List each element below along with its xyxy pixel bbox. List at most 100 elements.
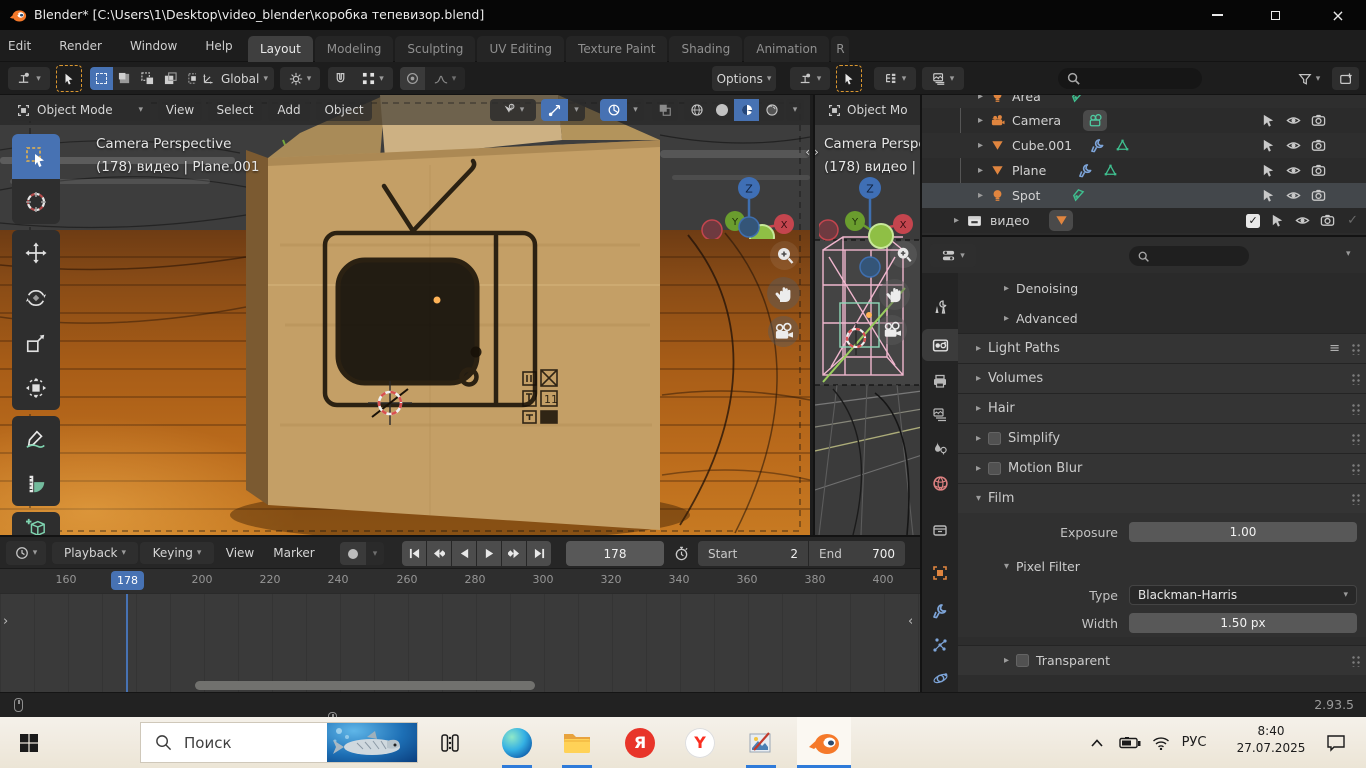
- pan-button[interactable]: [767, 277, 800, 310]
- panel-advanced[interactable]: ▸Advanced: [958, 303, 1366, 333]
- tool-measure[interactable]: [12, 461, 60, 506]
- timeline-scrollbar[interactable]: [195, 681, 535, 690]
- camera-view-button[interactable]: [768, 316, 799, 347]
- expand-icon[interactable]: ▸: [978, 115, 990, 126]
- tray-clock[interactable]: 8:40 27.07.2025: [1228, 724, 1314, 755]
- object-name[interactable]: Camera: [1012, 113, 1061, 128]
- expand-icon[interactable]: ▸: [978, 165, 990, 176]
- active-tool-button-2[interactable]: [836, 65, 862, 92]
- expand-icon[interactable]: ▸: [954, 215, 966, 226]
- tab-render[interactable]: [922, 329, 958, 361]
- shading-material[interactable]: [734, 99, 759, 121]
- search-daily-image[interactable]: [327, 723, 417, 762]
- viewport-3d-secondary[interactable]: Object Mo Camera Perspe (178) видео | P …: [813, 95, 920, 535]
- holdout-check-icon[interactable]: ✓: [1347, 213, 1358, 228]
- minimize-button[interactable]: [1194, 0, 1240, 30]
- taskbar-app-yandex-search[interactable]: Я: [620, 717, 660, 768]
- selectable-icon[interactable]: [1261, 163, 1276, 178]
- zoom-button-2[interactable]: [890, 241, 917, 268]
- tab-modifiers[interactable]: [922, 597, 958, 625]
- next-keyframe-button[interactable]: [502, 541, 526, 566]
- tab-modeling[interactable]: Modeling: [315, 36, 394, 62]
- shading-wireframe[interactable]: [684, 99, 709, 121]
- tab-view-layer[interactable]: [922, 401, 958, 429]
- panel-pixel-filter[interactable]: ▾Pixel Filter: [958, 551, 1366, 581]
- visibility-dropdown[interactable]: 0 ▾: [490, 99, 536, 121]
- viewport-3d[interactable]: 11 Object Mode ▾ View Select Add Object …: [0, 95, 810, 535]
- outliner-display-mode-button[interactable]: ▾: [922, 67, 964, 90]
- tab-uv-editing[interactable]: UV Editing: [477, 36, 564, 62]
- shading-dropdown[interactable]: ▾: [786, 99, 804, 121]
- hide-viewport-icon[interactable]: [1286, 113, 1301, 128]
- tab-animation[interactable]: Animation: [744, 36, 829, 62]
- outliner-search-field[interactable]: [1058, 68, 1202, 89]
- area-resize-handle[interactable]: ‹›: [799, 144, 825, 160]
- menu-render[interactable]: Render: [45, 30, 116, 62]
- outliner-filter-button[interactable]: ▾: [1290, 67, 1328, 90]
- taskbar-app-photos[interactable]: [740, 717, 780, 768]
- object-name[interactable]: Cube.001: [1012, 138, 1072, 153]
- tool-select-box[interactable]: [12, 134, 60, 179]
- menu-view[interactable]: View: [158, 99, 202, 121]
- tab-scene[interactable]: [922, 434, 958, 462]
- timeline-view-menu[interactable]: View: [218, 542, 262, 564]
- start-button[interactable]: [0, 717, 58, 768]
- frame-end-field[interactable]: End700: [809, 541, 905, 566]
- outliner-row-plane[interactable]: ▸ Plane: [922, 158, 1366, 183]
- panel-film[interactable]: ▾Film: [958, 483, 1366, 513]
- tab-shading[interactable]: Shading: [669, 36, 742, 62]
- pivot-point-dropdown[interactable]: ▾: [280, 67, 320, 90]
- outliner-row-area[interactable]: ▸ Area: [922, 95, 1366, 108]
- simplify-checkbox[interactable]: [988, 432, 1001, 445]
- selectable-icon[interactable]: [1261, 188, 1276, 203]
- editor-type-button-2[interactable]: ▾: [790, 67, 830, 90]
- tray-battery[interactable]: [1114, 717, 1146, 768]
- filter-type-dropdown[interactable]: Blackman-Harris▾: [1129, 585, 1357, 605]
- tool-annotate[interactable]: [12, 416, 60, 461]
- selectable-icon[interactable]: [1261, 138, 1276, 153]
- tab-tool[interactable]: [922, 293, 958, 321]
- selectable-icon[interactable]: [1261, 113, 1276, 128]
- timeline-marker-menu[interactable]: Marker: [266, 542, 322, 564]
- proportional-falloff-dropdown[interactable]: ▾: [425, 67, 465, 90]
- outliner-editor-type-button[interactable]: ▾: [874, 67, 916, 90]
- tab-output[interactable]: [922, 367, 958, 395]
- hide-render-icon[interactable]: [1311, 163, 1326, 178]
- menu-object[interactable]: Object: [316, 99, 372, 121]
- tab-particles[interactable]: [922, 631, 958, 659]
- snap-options-dropdown[interactable]: ▾: [353, 67, 393, 90]
- mode-dropdown-2[interactable]: Object Mo: [822, 99, 918, 121]
- presets-icon[interactable]: ≡: [1329, 341, 1340, 356]
- tool-transform[interactable]: [12, 365, 60, 410]
- transparent-checkbox[interactable]: [1016, 654, 1029, 667]
- tool-move[interactable]: [12, 230, 60, 275]
- frame-start-field[interactable]: Start2: [698, 541, 808, 566]
- timeline-body[interactable]: › ‹: [0, 594, 920, 692]
- use-preview-range-toggle[interactable]: [668, 541, 694, 566]
- mode-dropdown[interactable]: Object Mode ▾: [10, 99, 150, 121]
- drag-dots-icon[interactable]: [1350, 492, 1360, 505]
- timeline-editor-type-button[interactable]: ▾: [6, 541, 46, 565]
- expand-icon[interactable]: ▸: [978, 95, 990, 102]
- drag-dots-icon[interactable]: [1350, 372, 1360, 385]
- panel-transparent[interactable]: ▸Transparent: [958, 645, 1366, 675]
- hide-viewport-icon[interactable]: [1295, 213, 1310, 228]
- gizmo-toggle[interactable]: [541, 99, 568, 121]
- jump-to-start-button[interactable]: [402, 541, 426, 566]
- panel-hair[interactable]: ▸Hair: [958, 393, 1366, 423]
- scroll-left-icon[interactable]: ‹: [908, 614, 913, 629]
- tool-scale[interactable]: [12, 320, 60, 365]
- drag-dots-icon[interactable]: [1350, 462, 1360, 475]
- object-name[interactable]: Plane: [1012, 163, 1046, 178]
- tab-object[interactable]: [922, 559, 958, 587]
- menu-help[interactable]: Help: [191, 30, 246, 62]
- taskbar-app-yandex-browser[interactable]: Y: [680, 717, 720, 768]
- menu-select[interactable]: Select: [208, 99, 262, 121]
- tab-texture-paint[interactable]: Texture Paint: [566, 36, 667, 62]
- object-name[interactable]: Spot: [1012, 188, 1040, 203]
- expand-icon[interactable]: ▸: [978, 140, 990, 151]
- selectable-icon[interactable]: [1270, 213, 1285, 228]
- new-collection-button[interactable]: [1332, 67, 1359, 90]
- outliner-row-camera[interactable]: ▸ Camera: [922, 108, 1366, 133]
- tool-add-cube[interactable]: [12, 512, 60, 535]
